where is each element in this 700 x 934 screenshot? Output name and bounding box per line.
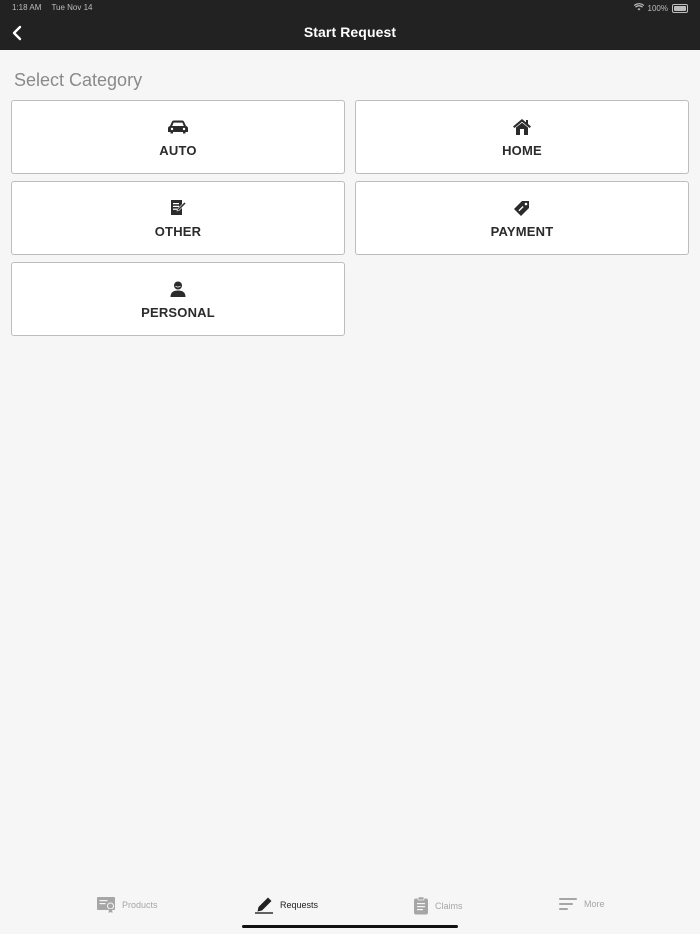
status-bar: 1:18 AM Tue Nov 14 100% [0, 0, 700, 16]
category-label-payment: PAYMENT [490, 223, 554, 239]
person-icon [167, 279, 189, 299]
products-icon [97, 897, 115, 913]
tab-label-requests: Requests [280, 900, 319, 910]
tab-claims[interactable]: Claims [413, 896, 463, 915]
category-card-home[interactable]: HOME [355, 100, 689, 174]
car-icon [167, 117, 189, 137]
tab-label-products: Products [122, 900, 158, 910]
category-card-other[interactable]: OTHER [11, 181, 345, 255]
payment-tag-icon [511, 198, 533, 218]
tab-requests[interactable]: Requests [254, 896, 318, 914]
category-card-auto[interactable]: AUTO [11, 100, 345, 174]
tab-products[interactable]: Products [96, 896, 158, 914]
home-indicator [242, 925, 458, 928]
status-right: 100% [633, 3, 688, 13]
house-icon [511, 117, 533, 137]
battery-percent: 100% [647, 3, 668, 13]
category-label-home: HOME [502, 142, 542, 158]
document-pen-icon [167, 198, 189, 218]
page-title: Start Request [303, 24, 397, 40]
wifi-icon [633, 3, 644, 13]
battery-icon [672, 3, 688, 13]
tab-label-claims: Claims [435, 900, 463, 911]
status-time: 1:18 AM [12, 3, 42, 12]
category-card-payment[interactable]: PAYMENT [355, 181, 689, 255]
tab-label-more: More [584, 899, 605, 909]
category-card-personal[interactable]: PERSONAL [11, 262, 345, 336]
bottom-tab-bar: Products Requests Claims More [0, 878, 700, 934]
status-left: 1:18 AM Tue Nov 14 [12, 3, 101, 12]
clipboard-icon [414, 896, 428, 915]
pen-icon [255, 897, 273, 914]
menu-lines-icon [559, 898, 577, 910]
top-bar: 1:18 AM Tue Nov 14 100% Start Request [0, 0, 700, 50]
category-label-other: OTHER [154, 223, 202, 239]
status-date: Tue Nov 14 [51, 3, 93, 12]
tab-more[interactable]: More [558, 896, 605, 912]
category-label-auto: AUTO [159, 142, 197, 158]
category-label-personal: PERSONAL [141, 304, 215, 320]
section-title: Select Category [14, 70, 143, 90]
